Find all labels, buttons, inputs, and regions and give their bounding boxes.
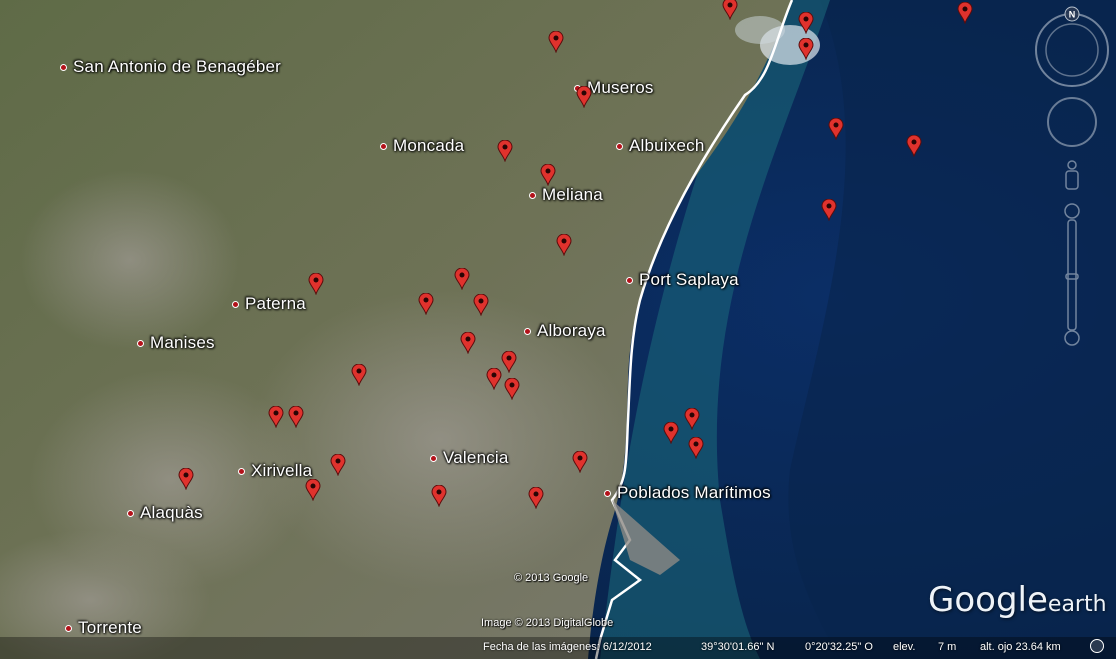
streaming-indicator-icon <box>1090 639 1104 653</box>
place-name: Alaquàs <box>140 503 203 522</box>
placemark-pin-icon[interactable] <box>722 0 738 20</box>
placemark-pin-icon[interactable] <box>497 140 513 162</box>
placemark-pin-icon[interactable] <box>663 422 679 444</box>
place-label[interactable]: Poblados Marítimos <box>604 483 771 503</box>
place-name: Paterna <box>245 294 306 313</box>
placemark-pin-icon[interactable] <box>504 378 520 400</box>
place-label[interactable]: Valencia <box>430 448 509 468</box>
placemark-pin-icon[interactable] <box>957 2 973 24</box>
place-name: San Antonio de Benagéber <box>73 57 282 76</box>
placemark-pin-icon[interactable] <box>684 408 700 430</box>
placemark-pin-icon[interactable] <box>688 437 704 459</box>
place-label[interactable]: Albuixech <box>616 136 705 156</box>
placemark-pin-icon[interactable] <box>501 351 517 373</box>
imagery-date: Fecha de las imágenes: 6/12/2012 <box>483 641 652 653</box>
place-name: Poblados Marítimos <box>617 483 771 502</box>
place-label[interactable]: San Antonio de Benagéber <box>60 57 281 77</box>
place-label[interactable]: Manises <box>137 333 215 353</box>
street-view-pegman-icon[interactable] <box>1065 160 1079 190</box>
placemark-pin-icon[interactable] <box>330 454 346 476</box>
place-name: Museros <box>587 78 654 97</box>
place-name: Torrente <box>78 618 142 637</box>
logo-earth-text: earth <box>1047 592 1107 617</box>
place-name: Moncada <box>393 136 465 155</box>
placemark-pin-icon[interactable] <box>548 31 564 53</box>
placemark-pin-icon[interactable] <box>540 164 556 186</box>
placemark-pin-icon[interactable] <box>556 234 572 256</box>
place-dot-icon <box>616 142 623 150</box>
place-dot-icon <box>137 339 144 347</box>
placemark-pin-icon[interactable] <box>576 86 592 108</box>
placemark-pin-icon[interactable] <box>454 268 470 290</box>
elevation-label: elev. <box>893 641 916 653</box>
placemark-pin-icon[interactable] <box>431 485 447 507</box>
place-dot-icon <box>529 191 536 199</box>
place-name: Valencia <box>443 448 509 467</box>
placemark-pin-icon[interactable] <box>418 293 434 315</box>
place-label[interactable]: Meliana <box>529 185 603 205</box>
logo-google-text: Google <box>928 580 1048 620</box>
placemark-pin-icon[interactable] <box>305 479 321 501</box>
place-dot-icon <box>238 467 245 475</box>
placemark-pin-icon[interactable] <box>288 406 304 428</box>
place-name: Meliana <box>542 185 603 204</box>
placemark-pin-icon[interactable] <box>906 135 922 157</box>
placemark-pin-icon[interactable] <box>572 451 588 473</box>
placemark-pin-icon[interactable] <box>486 368 502 390</box>
place-name: Xirivella <box>251 461 313 480</box>
placemark-pin-icon[interactable] <box>351 364 367 386</box>
placemark-pin-icon[interactable] <box>798 38 814 60</box>
google-earth-logo: Googleearth <box>928 580 1107 620</box>
place-name: Port Saplaya <box>639 270 739 289</box>
place-dot-icon <box>127 509 134 517</box>
north-indicator: N <box>1069 10 1076 20</box>
place-label[interactable]: Torrente <box>65 618 142 638</box>
placemark-pin-icon[interactable] <box>268 406 284 428</box>
longitude-readout: 0°20'32.25" O <box>805 641 873 653</box>
place-label[interactable]: Alaquàs <box>127 503 203 523</box>
imagery-credit: Image © 2013 DigitalGlobe <box>481 617 614 629</box>
placemark-pin-icon[interactable] <box>473 294 489 316</box>
look-joystick-icon[interactable] <box>1047 97 1097 147</box>
eye-altitude: alt. ojo 23.64 km <box>980 641 1061 653</box>
place-name: Manises <box>150 333 215 352</box>
place-label[interactable]: Moncada <box>380 136 464 156</box>
placemark-pin-icon[interactable] <box>528 487 544 509</box>
place-label[interactable]: Alboraya <box>524 321 606 341</box>
place-dot-icon <box>380 142 387 150</box>
place-dot-icon <box>430 454 437 462</box>
placemark-pin-icon[interactable] <box>308 273 324 295</box>
place-label[interactable]: Xirivella <box>238 461 312 481</box>
placemark-pin-icon[interactable] <box>828 118 844 140</box>
place-dot-icon <box>626 276 633 284</box>
placemark-pin-icon[interactable] <box>178 468 194 490</box>
placemark-pin-icon[interactable] <box>798 12 814 34</box>
place-label[interactable]: Paterna <box>232 294 306 314</box>
place-dot-icon <box>232 300 239 308</box>
placemark-pin-icon[interactable] <box>821 199 837 221</box>
place-label[interactable]: Port Saplaya <box>626 270 739 290</box>
map-view[interactable]: San Antonio de Benagéber Museros Moncada… <box>0 0 1116 659</box>
place-dot-icon <box>65 624 72 632</box>
place-dot-icon <box>604 489 611 497</box>
place-dot-icon <box>524 327 531 335</box>
navigation-controls[interactable]: N <box>1030 6 1112 356</box>
placemark-pin-icon[interactable] <box>460 332 476 354</box>
place-dot-icon <box>60 63 67 71</box>
zoom-slider[interactable] <box>1064 203 1080 346</box>
place-name: Alboraya <box>537 321 606 340</box>
google-copyright: © 2013 Google <box>514 572 589 584</box>
place-name: Albuixech <box>629 136 705 155</box>
latitude-readout: 39°30'01.66" N <box>701 641 775 653</box>
elevation-value: 7 m <box>938 641 957 653</box>
